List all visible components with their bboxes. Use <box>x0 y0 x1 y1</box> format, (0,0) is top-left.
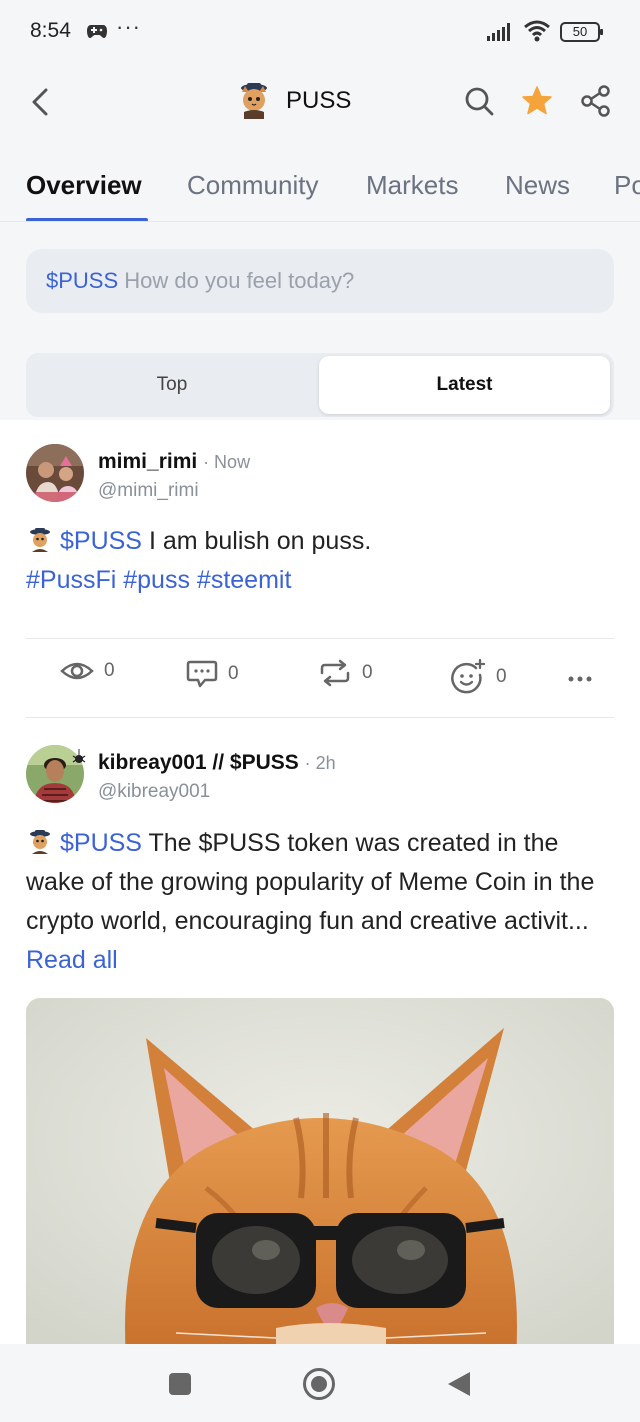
home-button[interactable] <box>302 1367 336 1401</box>
post-ticker-link[interactable]: $PUSS <box>60 829 142 857</box>
comments-count: 0 <box>228 663 239 684</box>
compose-ticker: $PUSS <box>46 268 119 293</box>
divider <box>26 638 614 639</box>
tab-markets[interactable]: Markets <box>366 170 458 201</box>
repost-icon <box>320 659 350 687</box>
status-bar: 8:54 ··· 50 <box>0 0 640 64</box>
post-ticker-link[interactable]: $PUSS <box>60 527 142 555</box>
author-handle: @mimi_rimi <box>98 480 199 501</box>
tab-overview[interactable]: Overview <box>26 170 142 201</box>
sort-top-button[interactable]: Top <box>26 353 318 417</box>
wifi-icon <box>524 20 550 42</box>
token-title: PUSS <box>236 82 351 120</box>
status-time: 8:54 <box>30 19 71 42</box>
divider <box>26 717 614 718</box>
puss-token-icon <box>30 830 50 854</box>
sort-latest-button[interactable]: Latest <box>319 356 610 414</box>
spider-badge-icon <box>72 749 86 763</box>
recent-apps-button[interactable] <box>168 1372 192 1396</box>
post-actions: 0 0 0 0 <box>26 659 614 699</box>
eye-icon <box>60 662 94 680</box>
scrolled-content-peek <box>26 222 614 230</box>
post-card[interactable]: kibreay001 // $PUSS · 2h @kibreay001 $PU… <box>26 745 614 985</box>
comment-button[interactable]: 0 <box>186 659 239 689</box>
favorite-star-icon[interactable] <box>520 84 554 118</box>
back-nav-button[interactable] <box>446 1370 472 1398</box>
signal-icon <box>487 23 510 41</box>
more-options-icon[interactable] <box>566 659 596 699</box>
puss-token-logo-icon <box>241 83 267 119</box>
author-name: mimi_rimi <box>98 450 198 473</box>
post-hashtags[interactable]: #PussFi #puss #steemit <box>26 566 291 594</box>
compose-placeholder: How do you feel today? <box>124 268 355 293</box>
battery-indicator: 50 <box>560 22 603 42</box>
post-card[interactable]: mimi_rimi · Now @mimi_rimi $PUSS I am bu… <box>26 444 614 624</box>
puss-token-icon <box>30 528 50 552</box>
post-image[interactable] <box>26 998 614 1358</box>
post-text: I am bulish on puss. <box>148 527 372 555</box>
author-name: kibreay001 // $PUSS <box>98 751 299 774</box>
reactions-count: 0 <box>496 666 507 687</box>
tab-community[interactable]: Community <box>187 170 318 201</box>
read-all-link[interactable]: Read all <box>26 946 118 974</box>
game-controller-icon <box>87 25 107 38</box>
page-title: PUSS <box>286 87 352 114</box>
community-toolbar: $PUSS How do you feel today? Top Latest <box>0 222 640 420</box>
react-button[interactable]: 0 <box>450 659 507 695</box>
post-body: $PUSS I am bulish on puss. #PussFi #puss… <box>26 522 614 600</box>
author-handle: @kibreay001 <box>98 781 211 802</box>
search-icon[interactable] <box>462 84 496 118</box>
avatar[interactable] <box>26 444 84 502</box>
post-body: $PUSS The $PUSS token was created in the… <box>26 824 614 980</box>
tab-news[interactable]: News <box>505 170 570 201</box>
back-arrow-icon[interactable] <box>26 86 56 118</box>
repost-button[interactable]: 0 <box>318 659 373 687</box>
section-tabs: Overview Community Markets News Po <box>0 140 640 222</box>
comment-icon <box>186 660 218 688</box>
post-time: · 2h <box>304 753 336 773</box>
views-count: 0 <box>104 660 115 681</box>
tab-posts[interactable]: Po <box>614 170 640 201</box>
reposts-count: 0 <box>362 662 373 683</box>
more-notifications-icon: ··· <box>116 14 141 39</box>
post-author[interactable]: kibreay001 // $PUSS · 2h <box>98 751 336 775</box>
post-author[interactable]: mimi_rimi · Now <box>98 450 250 474</box>
post-time: · Now <box>203 452 251 472</box>
add-reaction-icon <box>451 659 486 694</box>
top-app-bar: PUSS <box>0 64 640 140</box>
system-navigation-bar <box>0 1344 640 1422</box>
compose-post-input[interactable]: $PUSS How do you feel today? <box>26 249 614 313</box>
share-icon[interactable] <box>579 84 613 118</box>
views-counter[interactable]: 0 <box>60 659 115 683</box>
feed-sort-toggle: Top Latest <box>26 353 614 417</box>
